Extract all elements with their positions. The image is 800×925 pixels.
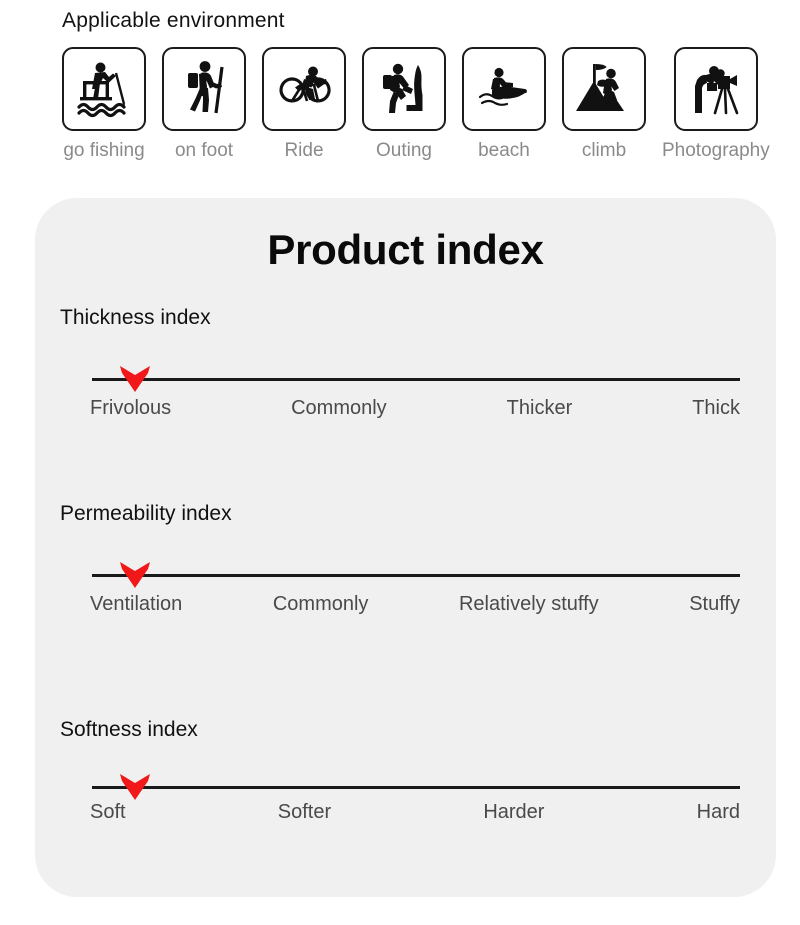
scale-label: Frivolous [90,397,172,419]
scale-label: Thicker [506,397,573,419]
jet-ski-icon [478,67,527,106]
hiking-icon [188,61,224,114]
mountain-icon-box [562,47,646,131]
photography-icon [694,66,739,115]
scale-label: Commonly [291,397,387,419]
fishing-icon [77,62,126,118]
scale-labels: Ventilation Commonly Relatively stuffy S… [90,592,740,616]
environment-item-label: beach [478,140,530,161]
environment-item-label: go fishing [63,140,145,161]
index-section-heading: Permeability index [60,502,232,525]
scale-label: Ventilation [90,593,183,615]
scale-labels: Soft Softer Harder Hard [90,800,740,824]
index-section-heading: Softness index [60,718,198,741]
environment-item-label: on foot [174,140,234,161]
environment-item-ride[interactable]: Ride [262,47,346,162]
applicable-environment-title: Applicable environment [62,9,285,32]
scale-label: Harder [483,801,545,823]
red-down-chevron-marker[interactable] [118,558,152,592]
climbing-icon-box [362,47,446,131]
cycling-icon [279,66,331,103]
environment-icon-row: go fishing on foot Ride Outing beach cli… [62,47,770,162]
scale-line [92,574,740,577]
environment-item-label: Photography [662,140,770,161]
environment-item-label: Ride [284,140,324,161]
product-index-title: Product index [267,226,544,273]
environment-item-climb[interactable]: climb [562,47,646,162]
index-section-heading: Thickness index [60,306,211,329]
environment-item-beach[interactable]: beach [462,47,546,162]
scale-line [92,786,740,789]
product-index-card: Product index Thickness index Frivolous … [35,198,776,897]
scale-label: Softer [277,801,332,823]
environment-item-label: climb [581,140,627,161]
environment-item-photography[interactable]: Photography [662,47,770,162]
environment-item-label: Outing [376,140,432,161]
cycling-icon-box [262,47,346,131]
jet-ski-icon-box [462,47,546,131]
scale-label: Soft [90,801,126,823]
scale-label: Commonly [272,593,369,615]
scale-label: Relatively stuffy [458,593,599,615]
scale-label: Hard [696,801,740,823]
red-down-chevron-marker[interactable] [118,770,152,804]
product-detail-page: Applicable environment go fishing on foo… [0,0,800,925]
fishing-icon-box [62,47,146,131]
climbing-icon [383,63,423,113]
photography-icon-box [673,47,758,131]
environment-item-go-fishing[interactable]: go fishing [62,47,146,162]
scale-labels: Frivolous Commonly Thicker Thick [90,396,740,420]
mountain-icon [576,64,624,111]
red-down-chevron-marker[interactable] [118,362,152,396]
environment-item-outing[interactable]: Outing [362,47,446,162]
hiking-icon-box [162,47,246,131]
environment-item-on-foot[interactable]: on foot [162,47,246,162]
scale-line [92,378,740,381]
scale-label: Stuffy [689,593,740,615]
scale-label: Thick [692,397,740,419]
